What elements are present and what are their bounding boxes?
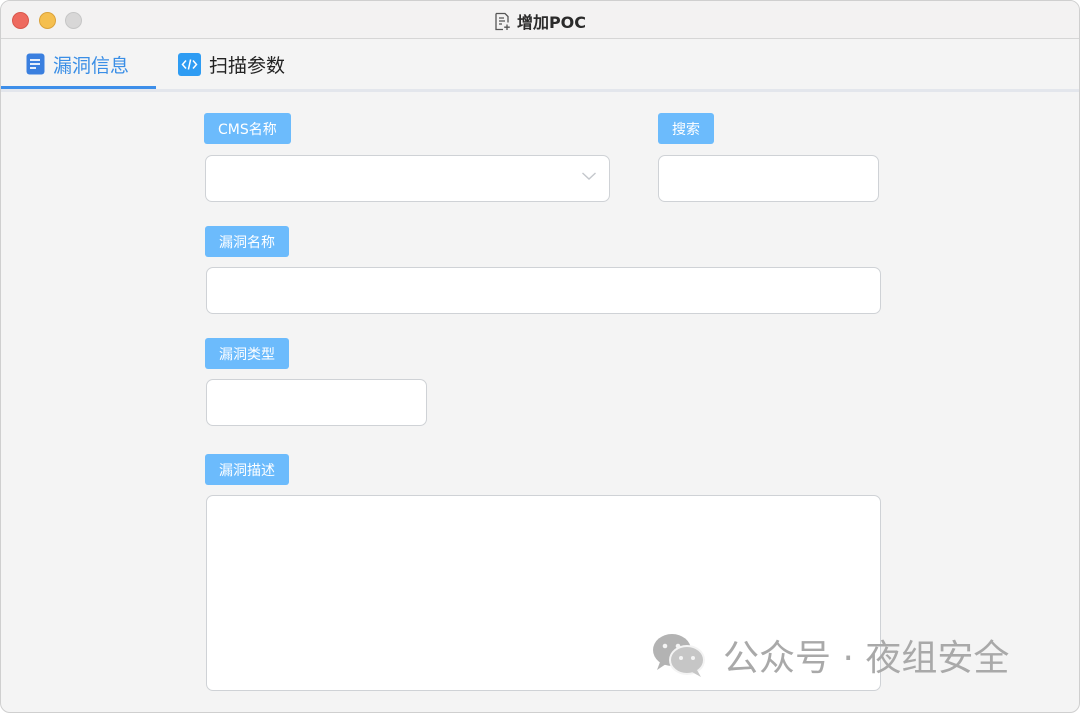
watermark-text: 公众号 · 夜组安全 (723, 638, 1010, 679)
tab-scan-params-label: 扫描参数 (209, 54, 286, 77)
wechat-icon (653, 634, 705, 677)
add-document-icon (495, 12, 510, 30)
window-title-wrap: 增加POC (1, 9, 1079, 33)
tab-scan-params[interactable]: 扫描参数 (178, 39, 285, 89)
search-input[interactable] (658, 155, 879, 202)
active-tab-indicator (1, 86, 156, 89)
app-window: 增加POC 漏洞信息 扫描参数 CMS名称 搜索 漏洞名称 漏洞类型 漏洞描述 … (0, 0, 1080, 713)
vuln-name-input[interactable] (206, 267, 881, 314)
vuln-desc-label: 漏洞描述 (205, 454, 289, 485)
watermark: 公众号 · 夜组安全 (651, 629, 1009, 681)
cms-name-label: CMS名称 (204, 113, 291, 144)
chevron-down-icon (582, 172, 596, 180)
tab-vuln-info-label: 漏洞信息 (53, 54, 130, 77)
search-label: 搜索 (658, 113, 714, 144)
window-title: 增加POC (516, 13, 587, 32)
title-bar[interactable]: 增加POC (1, 1, 1079, 39)
code-icon (178, 52, 201, 76)
tab-bar: 漏洞信息 扫描参数 (1, 39, 1079, 92)
tab-vuln-info[interactable]: 漏洞信息 (26, 39, 129, 89)
document-icon (26, 53, 45, 75)
vuln-name-label: 漏洞名称 (205, 226, 289, 257)
vuln-type-label: 漏洞类型 (205, 338, 289, 369)
cms-name-select[interactable] (205, 155, 610, 202)
vuln-type-input[interactable] (206, 379, 427, 426)
